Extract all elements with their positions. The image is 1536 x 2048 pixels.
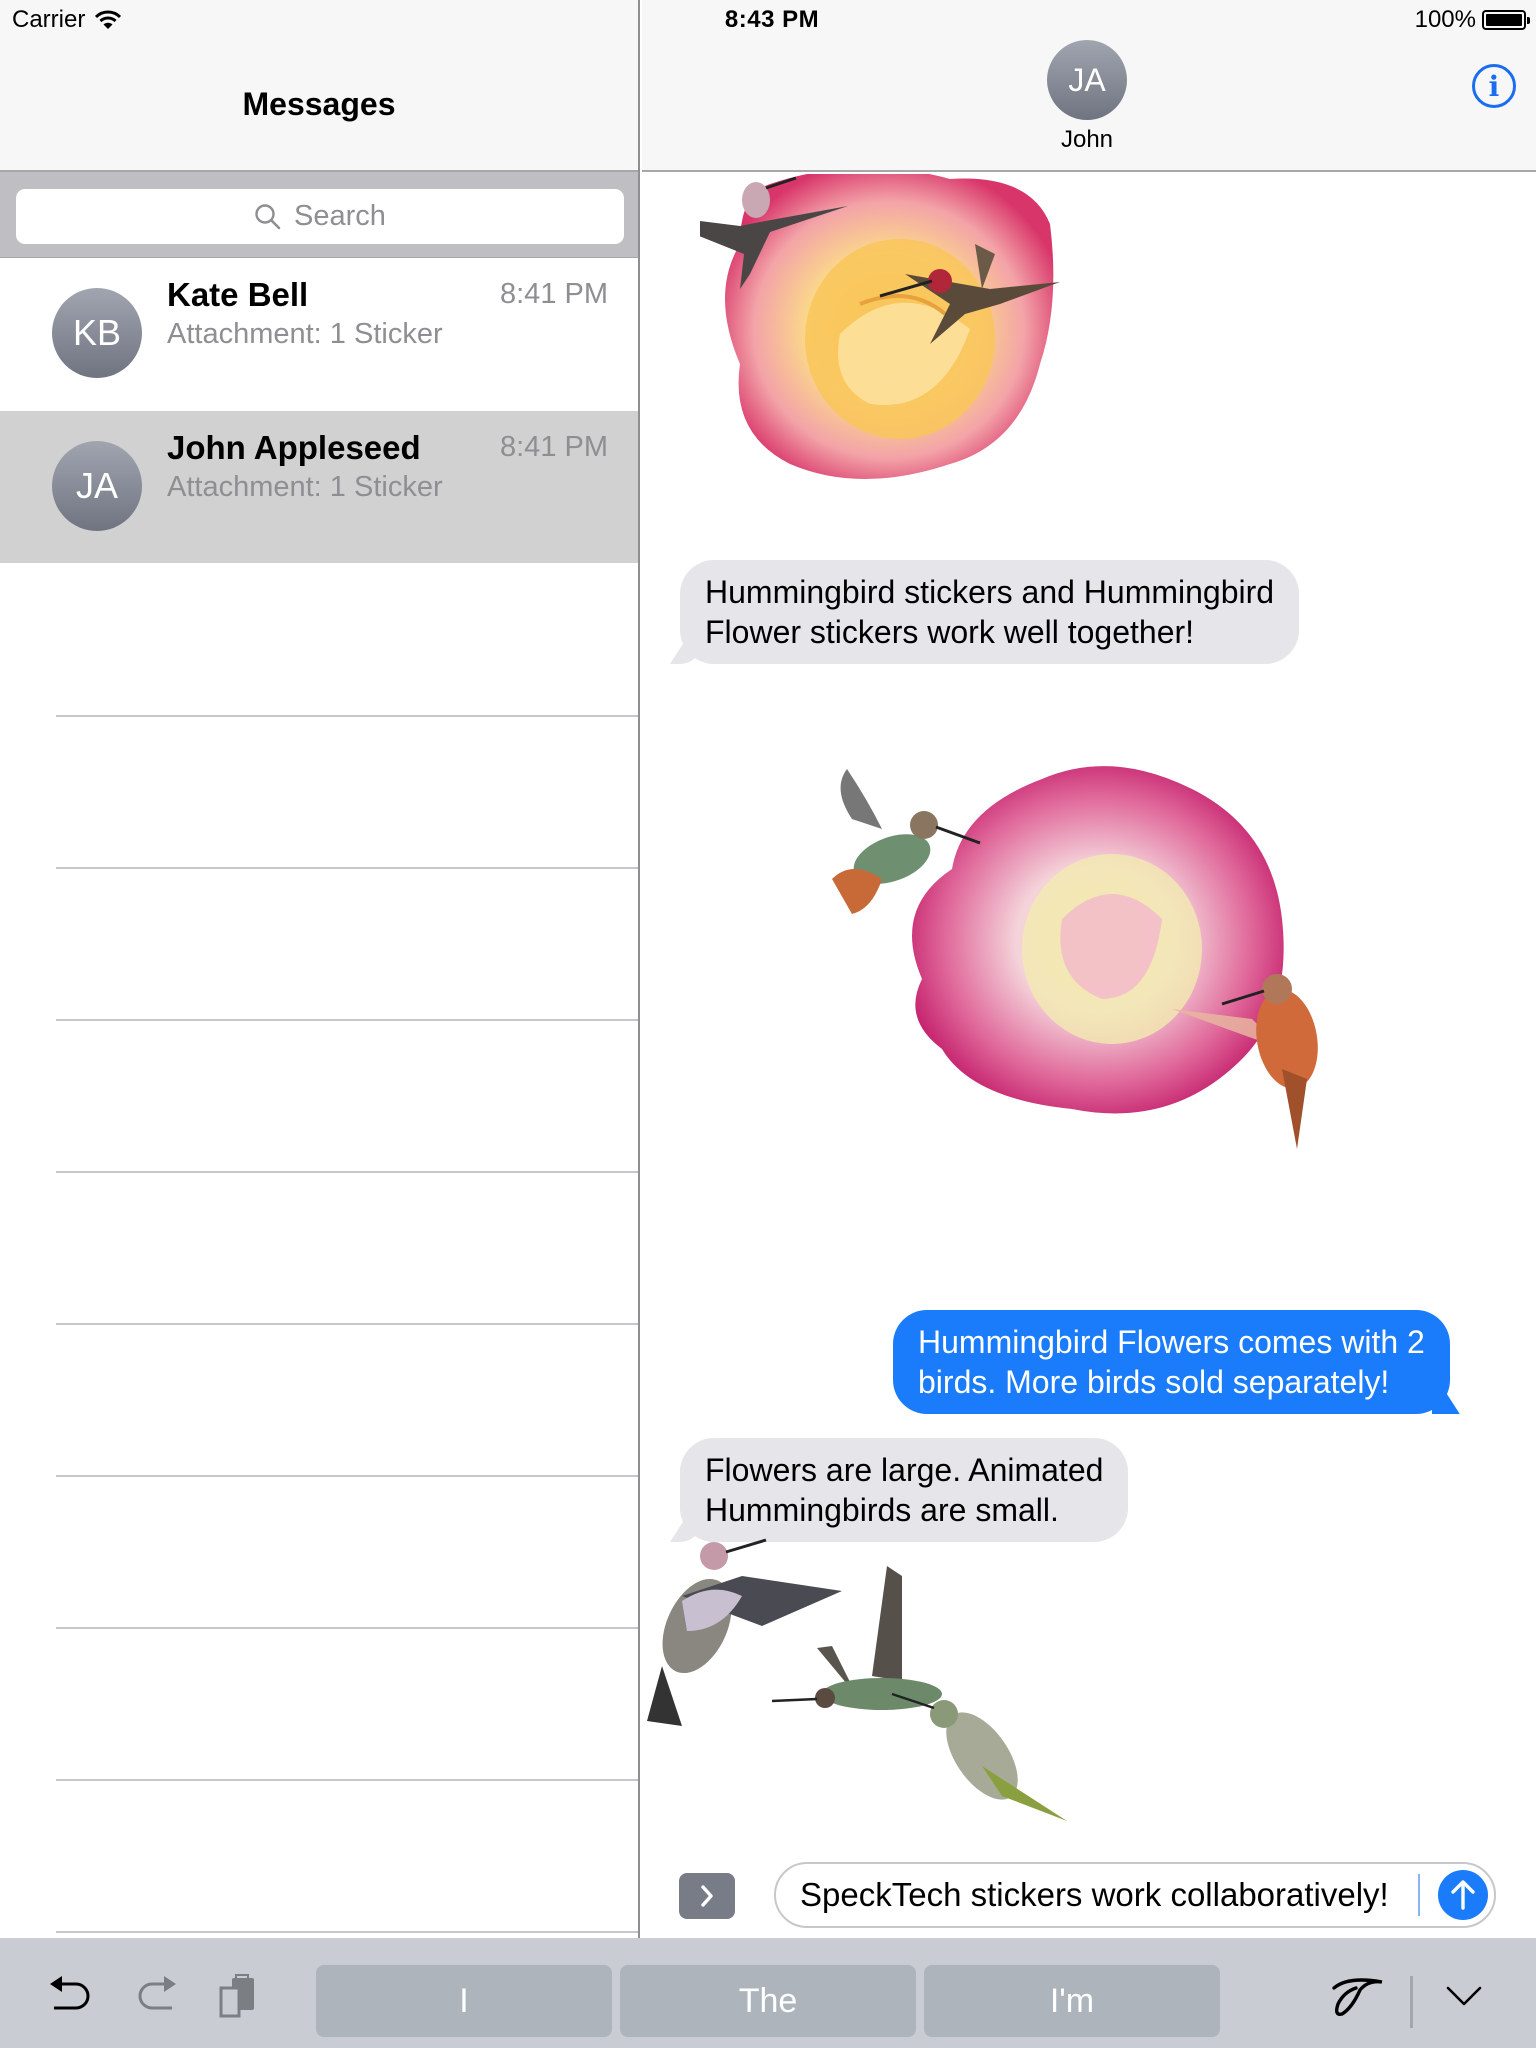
message-text-line: Hummingbird Flowers comes with 2 — [918, 1324, 1425, 1360]
contact-avatar[interactable]: JA — [1047, 40, 1127, 120]
row-separator — [56, 1323, 638, 1325]
info-icon: i — [1488, 69, 1500, 103]
conversation-list-panel: Messages Search KB Kate Bell 8:41 PM Att… — [0, 0, 640, 1938]
row-separator — [56, 1019, 638, 1021]
status-bar: Carrier 8:43 PM 100% — [0, 0, 1536, 40]
chevron-right-icon — [701, 1885, 713, 1907]
message-text-line: Flowers are large. Animated — [705, 1452, 1104, 1488]
search-placeholder: Search — [294, 200, 386, 232]
message-input[interactable]: SpeckTech stickers work collaboratively! — [774, 1862, 1496, 1928]
conversation-name: Kate Bell — [167, 276, 309, 313]
contact-name[interactable]: John — [987, 126, 1187, 154]
dismiss-keyboard-icon — [1446, 1986, 1482, 2006]
status-time: 8:43 PM — [724, 6, 820, 33]
message-bubble-incoming[interactable]: Hummingbird stickers and Hummingbird Flo… — [670, 560, 1300, 664]
keyboard-shortcut-bar: I The I'm — [0, 1938, 1536, 2048]
undo-icon — [50, 1976, 90, 2010]
message-text-line: Flower stickers work well together! — [705, 614, 1195, 650]
row-separator — [56, 1779, 638, 1781]
search-bar-container: Search — [0, 172, 638, 258]
row-separator — [56, 1475, 638, 1477]
avatar: JA — [52, 441, 142, 531]
rose-sticker-image — [644, 174, 1060, 479]
battery-icon — [1482, 10, 1530, 30]
bubble-tail — [670, 638, 698, 664]
suggestion-1[interactable]: I — [316, 1965, 612, 2037]
conversation-time: 8:41 PM — [500, 431, 608, 463]
conversation-time: 8:41 PM — [500, 278, 608, 310]
hummingbird — [891, 1692, 1067, 1821]
message-input-text: SpeckTech stickers work collaboratively! — [800, 1876, 1389, 1913]
bubble-tail — [1431, 1388, 1460, 1414]
dismiss-keyboard-button[interactable] — [1440, 1972, 1488, 2020]
page-title: Messages — [242, 86, 396, 122]
conversation-name: John Appleseed — [167, 429, 421, 466]
paste-icon — [219, 1974, 254, 2018]
arrow-up-icon — [1451, 1880, 1475, 1910]
suggestion-2[interactable]: The — [620, 1965, 916, 2037]
search-input[interactable]: Search — [16, 189, 624, 244]
keyboard-bar-divider — [1410, 1976, 1413, 2028]
send-button[interactable] — [1438, 1870, 1488, 1920]
redo-button[interactable] — [132, 1972, 180, 2020]
redo-icon — [138, 1976, 176, 2010]
sticker-rose-yellow[interactable] — [644, 174, 1110, 504]
row-separator — [56, 1931, 638, 1933]
search-icon — [255, 203, 281, 229]
handwriting-button[interactable] — [1328, 1972, 1388, 2020]
battery-indicator: 100% — [1414, 6, 1530, 34]
message-bubble-outgoing[interactable]: Hummingbird Flowers comes with 2 birds. … — [893, 1310, 1460, 1414]
sticker-rose-magenta[interactable] — [812, 749, 1392, 1189]
hummingbirds-sticker-image — [647, 1538, 1067, 1821]
conversation-preview: Attachment: 1 Sticker — [167, 471, 443, 503]
avatar: KB — [52, 288, 142, 378]
expand-apps-button[interactable] — [679, 1873, 735, 1919]
message-bubble-incoming[interactable]: Flowers are large. Animated Hummingbirds… — [670, 1438, 1129, 1542]
row-separator — [56, 1171, 638, 1173]
text-caret — [1418, 1874, 1420, 1916]
info-button[interactable]: i — [1472, 64, 1516, 108]
rose-sticker-image — [832, 766, 1318, 1149]
conversation-row-john-appleseed[interactable]: JA John Appleseed 8:41 PM Attachment: 1 … — [0, 411, 638, 563]
message-text-line: birds. More birds sold separately! — [918, 1364, 1390, 1400]
message-transcript[interactable]: Hummingbird stickers and Hummingbird Flo… — [642, 174, 1536, 1938]
message-text-line: Hummingbird stickers and Hummingbird — [705, 574, 1275, 610]
paste-button[interactable] — [214, 1972, 262, 2020]
battery-fill — [1486, 14, 1522, 26]
handwriting-icon — [1332, 1978, 1383, 2016]
battery-percent: 100% — [1414, 6, 1476, 33]
conversation-preview: Attachment: 1 Sticker — [167, 318, 443, 350]
row-separator — [56, 1627, 638, 1629]
row-separator — [56, 867, 638, 869]
row-separator — [56, 715, 638, 717]
message-text-line: Hummingbirds are small. — [705, 1492, 1059, 1528]
sticker-three-hummingbirds[interactable] — [642, 1536, 1082, 1836]
conversation-row-kate-bell[interactable]: KB Kate Bell 8:41 PM Attachment: 1 Stick… — [0, 258, 638, 410]
suggestion-3[interactable]: I'm — [924, 1965, 1220, 2037]
undo-button[interactable] — [46, 1972, 94, 2020]
